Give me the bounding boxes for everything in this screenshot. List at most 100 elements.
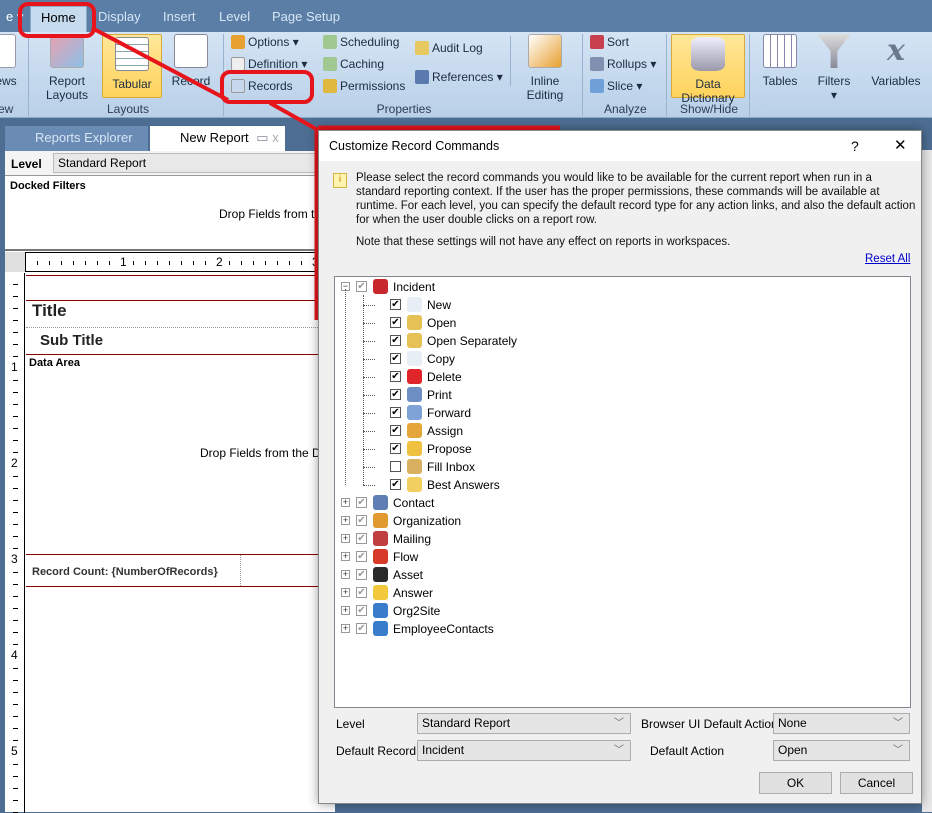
default-action-value: Open [778,743,808,757]
tree-node[interactable]: ✔ Delete [335,368,905,386]
info-text: Please select the record commands you wo… [356,172,916,226]
level-select[interactable]: Standard Report ﹀ [417,713,631,734]
node-label: Org2Site [393,604,441,618]
default-record-select[interactable]: Incident ﹀ [417,740,631,761]
record-commands-tree[interactable]: − ✔ Incident ✔ New ✔ Open ✔ Open Separately ✔ Copy… [334,276,911,708]
tree-node[interactable]: + ✔ EmployeeContacts [335,620,905,638]
node-label: Open [427,316,457,330]
tree-node[interactable]: + ✔ Answer [335,584,905,602]
record-icon [373,531,388,546]
tree-node[interactable]: ✔ Forward [335,404,905,422]
tree-node[interactable]: ✔ New [335,296,905,314]
tree-connector [363,485,375,486]
checkbox[interactable]: ✔ [390,353,401,364]
checkbox[interactable]: ✔ [390,299,401,310]
checkbox[interactable]: ✔ [390,479,401,490]
record-icon [407,351,422,366]
node-label: Flow [393,550,419,564]
cancel-button[interactable]: Cancel [840,772,913,794]
close-button[interactable]: ✕ [894,131,907,161]
chevron-down-icon: ﹀ [893,745,903,756]
record-icon [373,513,388,528]
tree-node[interactable]: ✔ Open [335,314,905,332]
tree-connector [363,413,375,414]
checkbox[interactable]: ✔ [390,407,401,418]
checkbox[interactable]: ✔ [356,587,367,598]
expand-toggle-icon[interactable]: + [341,552,350,561]
tree-node[interactable]: ✔ Copy [335,350,905,368]
default-action-select[interactable]: Open ﹀ [773,740,910,761]
tree-node[interactable]: ✔ Best Answers [335,476,905,494]
tree-connector [363,359,375,360]
checkbox[interactable] [390,461,401,472]
node-label: Incident [393,280,436,294]
tree-node[interactable]: ✔ Print [335,386,905,404]
tree-node[interactable]: + ✔ Asset [335,566,905,584]
expand-toggle-icon[interactable]: + [341,624,350,633]
node-label: Answer [393,586,434,600]
checkbox[interactable]: ✔ [390,335,401,346]
tree-connector [363,323,375,324]
expand-toggle-icon[interactable]: + [341,606,350,615]
record-icon [407,477,422,492]
expand-toggle-icon[interactable]: + [341,534,350,543]
record-icon [407,441,422,456]
record-icon [373,279,388,294]
node-label: New [427,298,452,312]
tree-node[interactable]: + ✔ Mailing [335,530,905,548]
tree-node[interactable]: + ✔ Organization [335,512,905,530]
tree-node[interactable]: ✔ Open Separately [335,332,905,350]
checkbox[interactable]: ✔ [356,281,367,292]
record-icon [373,585,388,600]
tree-node[interactable]: Fill Inbox [335,458,905,476]
browser-action-value: None [778,716,807,730]
ok-button[interactable]: OK [759,772,832,794]
tree-node[interactable]: − ✔ Incident [335,278,905,296]
expand-toggle-icon[interactable]: + [341,570,350,579]
tree-node[interactable]: + ✔ Org2Site [335,602,905,620]
tree-node[interactable]: + ✔ Flow [335,548,905,566]
node-label: Mailing [393,532,432,546]
tree-connector [363,431,375,432]
checkbox[interactable]: ✔ [390,425,401,436]
default-record-value: Incident [422,743,465,757]
chevron-down-icon: ﹀ [893,718,903,729]
checkbox[interactable]: ✔ [390,317,401,328]
record-icon [407,333,422,348]
tree-connector [363,341,375,342]
checkbox[interactable]: ✔ [390,371,401,382]
tree-node[interactable]: + ✔ Contact [335,494,905,512]
checkbox[interactable]: ✔ [390,443,401,454]
level-value: Standard Report [422,716,511,730]
expand-toggle-icon[interactable]: + [341,516,350,525]
checkbox[interactable]: ✔ [356,533,367,544]
expand-toggle-icon[interactable]: + [341,588,350,597]
level-label: Level [336,717,365,731]
tree-connector [363,377,375,378]
default-action-label: Default Action [650,744,725,758]
checkbox[interactable]: ✔ [356,551,367,562]
checkbox[interactable]: ✔ [356,605,367,616]
node-label: Delete [427,370,462,384]
node-label: Assign [427,424,464,438]
tree-connector [363,305,375,306]
record-icon [407,369,422,384]
checkbox[interactable]: ✔ [356,569,367,580]
record-icon [407,297,422,312]
reset-all-link[interactable]: Reset All [865,253,910,265]
tree-connector [363,395,375,396]
tree-node[interactable]: ✔ Assign [335,422,905,440]
tree-node[interactable]: ✔ Propose [335,440,905,458]
help-button[interactable]: ? [851,131,859,161]
checkbox[interactable]: ✔ [356,497,367,508]
checkbox[interactable]: ✔ [390,389,401,400]
tree-connector [363,467,375,468]
checkbox[interactable]: ✔ [356,515,367,526]
dialog-titlebar: Customize Record Commands ? ✕ [319,131,921,161]
record-icon [373,621,388,636]
node-label: Organization [393,514,462,528]
annotation-line [269,101,319,132]
checkbox[interactable]: ✔ [356,623,367,634]
expand-toggle-icon[interactable]: + [341,498,350,507]
browser-ui-default-action-select[interactable]: None ﹀ [773,713,910,734]
